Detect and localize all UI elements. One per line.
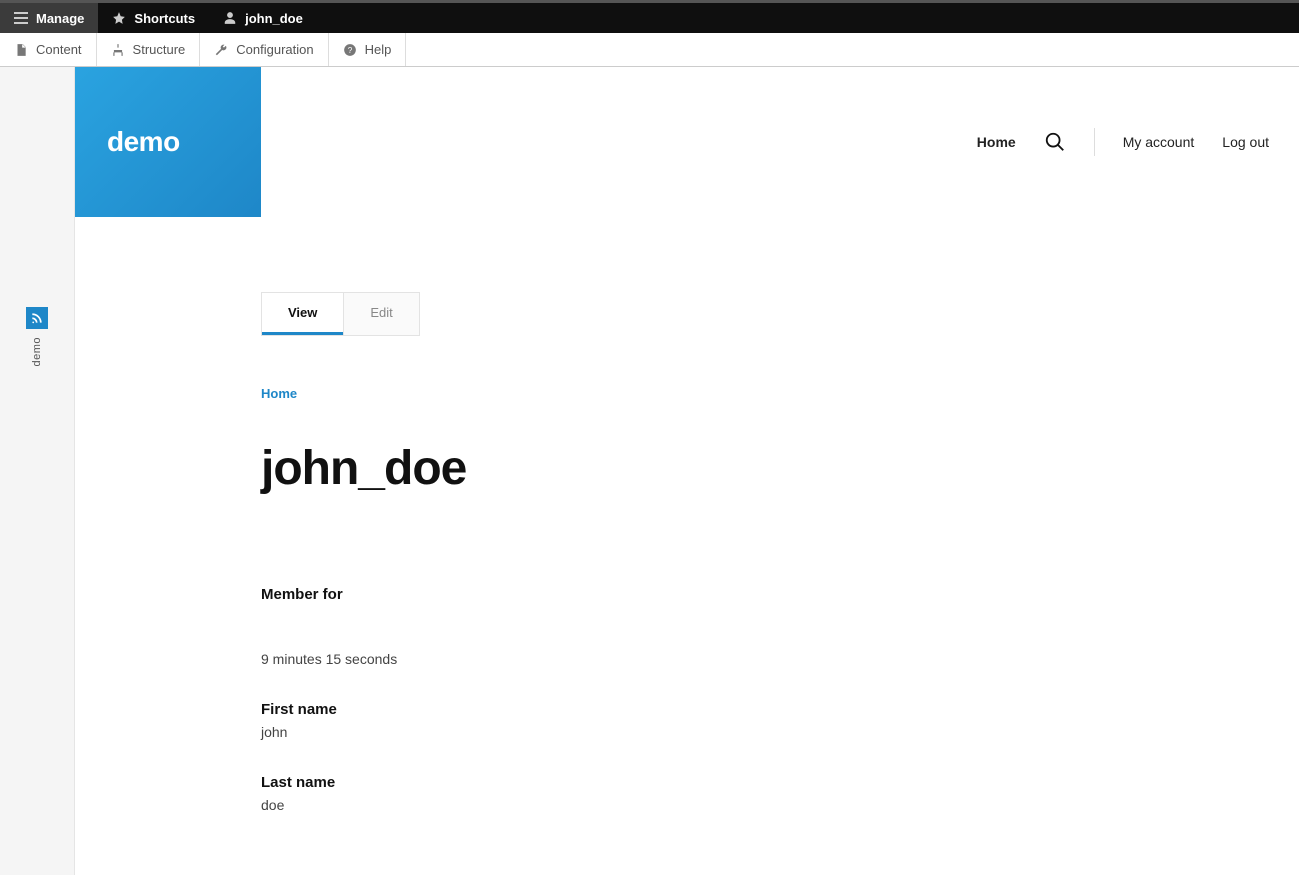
member-for-value: 9 minutes 15 seconds	[261, 651, 1239, 667]
last-name-label: Last name	[261, 774, 1239, 791]
wrench-icon	[214, 43, 228, 57]
side-rail: demo	[0, 67, 75, 875]
last-name-value: doe	[261, 797, 1239, 813]
toolbar-structure[interactable]: Structure	[97, 33, 201, 66]
nav-my-account[interactable]: My account	[1123, 134, 1195, 150]
tab-view[interactable]: View	[262, 293, 343, 335]
admin-bar: Manage Shortcuts john_doe	[0, 0, 1299, 33]
site-logo[interactable]: demo	[75, 67, 261, 217]
toolbar-content-label: Content	[36, 42, 82, 57]
document-icon	[14, 43, 28, 57]
shortcuts-label: Shortcuts	[134, 11, 195, 26]
user-label: john_doe	[245, 11, 303, 26]
page-title: john_doe	[261, 441, 1239, 496]
member-for-label: Member for	[261, 586, 1239, 603]
content-region: View Edit Home john_doe Member for 9 min…	[261, 292, 1239, 847]
rss-icon	[30, 311, 44, 325]
first-name-value: john	[261, 724, 1239, 740]
user-menu[interactable]: john_doe	[209, 3, 317, 33]
star-icon	[112, 11, 126, 25]
profile-fields: Member for 9 minutes 15 seconds First na…	[261, 586, 1239, 813]
local-tabs: View Edit	[261, 292, 420, 336]
toolbar-help-label: Help	[365, 42, 392, 57]
breadcrumb-home[interactable]: Home	[261, 386, 297, 401]
toolbar-help[interactable]: ? Help	[329, 33, 407, 66]
manage-menu[interactable]: Manage	[0, 3, 98, 33]
svg-text:?: ?	[347, 45, 352, 54]
tab-edit[interactable]: Edit	[343, 293, 418, 335]
person-icon	[223, 11, 237, 25]
toolbar-structure-label: Structure	[133, 42, 186, 57]
main-area: demo Home My account Log out View Edit H…	[75, 67, 1299, 875]
hierarchy-icon	[111, 43, 125, 57]
toolbar-configuration[interactable]: Configuration	[200, 33, 328, 66]
admin-toolbar: Content Structure Configuration ? Help	[0, 33, 1299, 67]
nav-log-out[interactable]: Log out	[1222, 134, 1269, 150]
search-icon	[1044, 131, 1066, 153]
nav-divider	[1094, 128, 1095, 156]
site-logo-text: demo	[107, 126, 180, 158]
breadcrumb: Home	[261, 386, 1239, 401]
toolbar-configuration-label: Configuration	[236, 42, 313, 57]
search-button[interactable]	[1044, 131, 1066, 153]
help-icon: ?	[343, 43, 357, 57]
rail-rss-icon[interactable]	[26, 307, 48, 329]
first-name-label: First name	[261, 701, 1239, 718]
nav-home[interactable]: Home	[977, 134, 1016, 150]
page-shell: demo demo Home My account Log out View E…	[0, 67, 1299, 875]
manage-label: Manage	[36, 11, 84, 26]
header-nav: Home My account Log out	[977, 67, 1269, 217]
hamburger-icon	[14, 11, 28, 25]
toolbar-content[interactable]: Content	[0, 33, 97, 66]
rail-label: demo	[31, 337, 43, 367]
shortcuts-menu[interactable]: Shortcuts	[98, 3, 209, 33]
